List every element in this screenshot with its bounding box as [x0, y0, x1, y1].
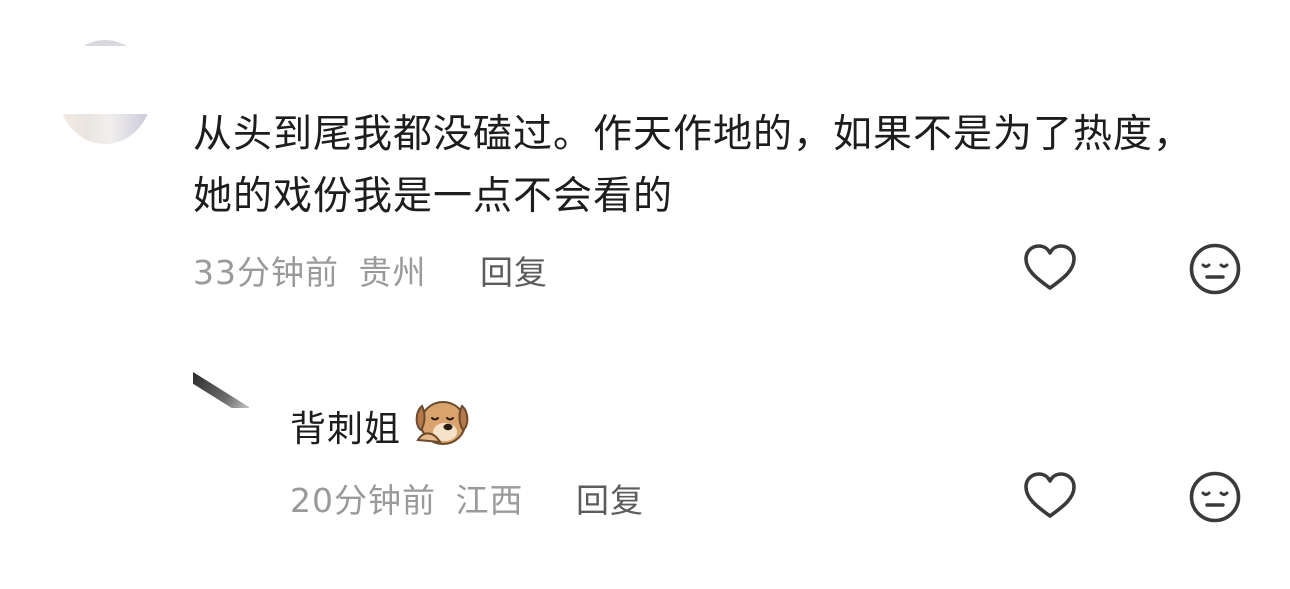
reply-meta: 20分钟前 江西 [290, 474, 524, 522]
comment-text-line: 从头到尾我都没磕过。作天作地的，如果不是为了热度， [193, 112, 1194, 157]
avatar-image-fragment [58, 114, 152, 144]
avatar-image-fragment [80, 40, 132, 46]
dislike-button[interactable] [1187, 241, 1243, 297]
commenter-avatar[interactable] [58, 40, 152, 144]
replier-avatar[interactable] [193, 372, 249, 408]
comment-meta: 33分钟前 贵州 [193, 246, 427, 294]
heart-outline-icon [1024, 244, 1076, 290]
comment-text-line: 她的戏份我是一点不会看的 [193, 174, 674, 219]
reply-button[interactable]: 回复 [576, 474, 644, 522]
like-button[interactable] [1022, 241, 1078, 297]
heart-outline-icon [1024, 472, 1076, 518]
neutral-face-icon [1189, 243, 1241, 295]
neutral-face-icon [1189, 471, 1241, 523]
comment-location: 贵州 [358, 253, 427, 292]
comment-body: 从头到尾我都没磕过。作天作地的，如果不是为了热度， 她的戏份我是一点不会看的 [193, 104, 1253, 228]
reply-button[interactable]: 回复 [480, 246, 548, 294]
reply-location: 江西 [455, 481, 524, 520]
like-button[interactable] [1022, 469, 1078, 525]
reply-username[interactable]: 背刺姐 [290, 400, 401, 452]
comment-time: 33分钟前 [193, 253, 339, 292]
dislike-button[interactable] [1187, 469, 1243, 525]
avatar-image-fragment [193, 372, 249, 408]
dog-emoji-icon [412, 396, 470, 448]
reply-time: 20分钟前 [290, 481, 436, 520]
